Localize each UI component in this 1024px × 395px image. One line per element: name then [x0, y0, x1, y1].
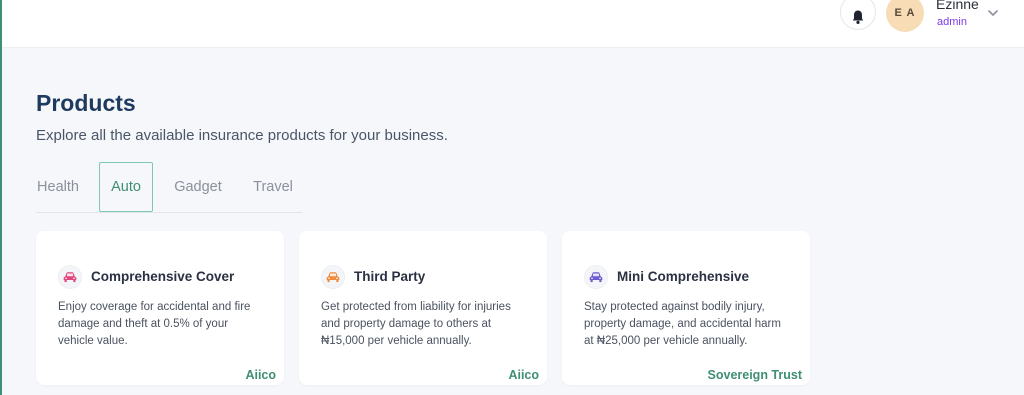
product-card-comprehensive-cover[interactable]: Comprehensive Cover Enjoy coverage for a… [36, 231, 284, 385]
card-description-line: ₦15,000 per vehicle annually. [321, 335, 472, 347]
car-icon [326, 272, 340, 283]
card-description: Stay protected against bodily injury, pr… [584, 299, 796, 350]
notifications-button[interactable] [840, 0, 876, 30]
chevron-down-icon[interactable] [986, 6, 1000, 20]
product-tabs: Health Auto Gadget Travel [36, 162, 302, 213]
left-accent-rule [0, 0, 2, 395]
card-provider: Aiico [508, 368, 539, 382]
car-icon [589, 272, 603, 283]
page-title: Products [36, 90, 136, 116]
top-bar: E A Ezinne admin [2, 0, 1024, 48]
tab-auto[interactable]: Auto [99, 162, 153, 212]
avatar[interactable]: E A [886, 0, 924, 32]
card-description-line: damage and theft at 0.5% of your [58, 318, 229, 330]
card-description: Enjoy coverage for accidental and fire d… [58, 299, 270, 350]
card-description-line: vehicle value. [58, 335, 128, 347]
user-role: admin [937, 16, 967, 28]
card-description-line: Get protected from liability for injurie… [321, 301, 511, 313]
avatar-initials: E A [894, 7, 916, 19]
car-icon [63, 272, 77, 283]
tab-gadget[interactable]: Gadget [173, 162, 223, 212]
card-description: Get protected from liability for injurie… [321, 299, 533, 350]
card-title: Mini Comprehensive [617, 269, 750, 284]
page-subtitle: Explore all the available insurance prod… [36, 127, 448, 144]
bell-icon [852, 10, 864, 24]
card-description-line: and property damage to others at [321, 318, 492, 330]
product-card-third-party[interactable]: Third Party Get protected from liability… [299, 231, 547, 385]
card-description-line: property damage, and accidental harm [584, 318, 781, 330]
card-provider: Aiico [245, 368, 276, 382]
card-title: Third Party [354, 269, 426, 284]
card-description-line: Enjoy coverage for accidental and fire [58, 301, 251, 313]
product-card-mini-comprehensive[interactable]: Mini Comprehensive Stay protected agains… [562, 231, 810, 385]
card-description-line: at ₦25,000 per vehicle annually. [584, 335, 748, 347]
card-provider: Sovereign Trust [707, 368, 802, 382]
tab-health[interactable]: Health [36, 162, 80, 212]
tab-travel[interactable]: Travel [253, 162, 293, 212]
user-name[interactable]: Ezinne [936, 0, 979, 12]
card-title: Comprehensive Cover [91, 269, 235, 284]
card-description-line: Stay protected against bodily injury, [584, 301, 765, 313]
